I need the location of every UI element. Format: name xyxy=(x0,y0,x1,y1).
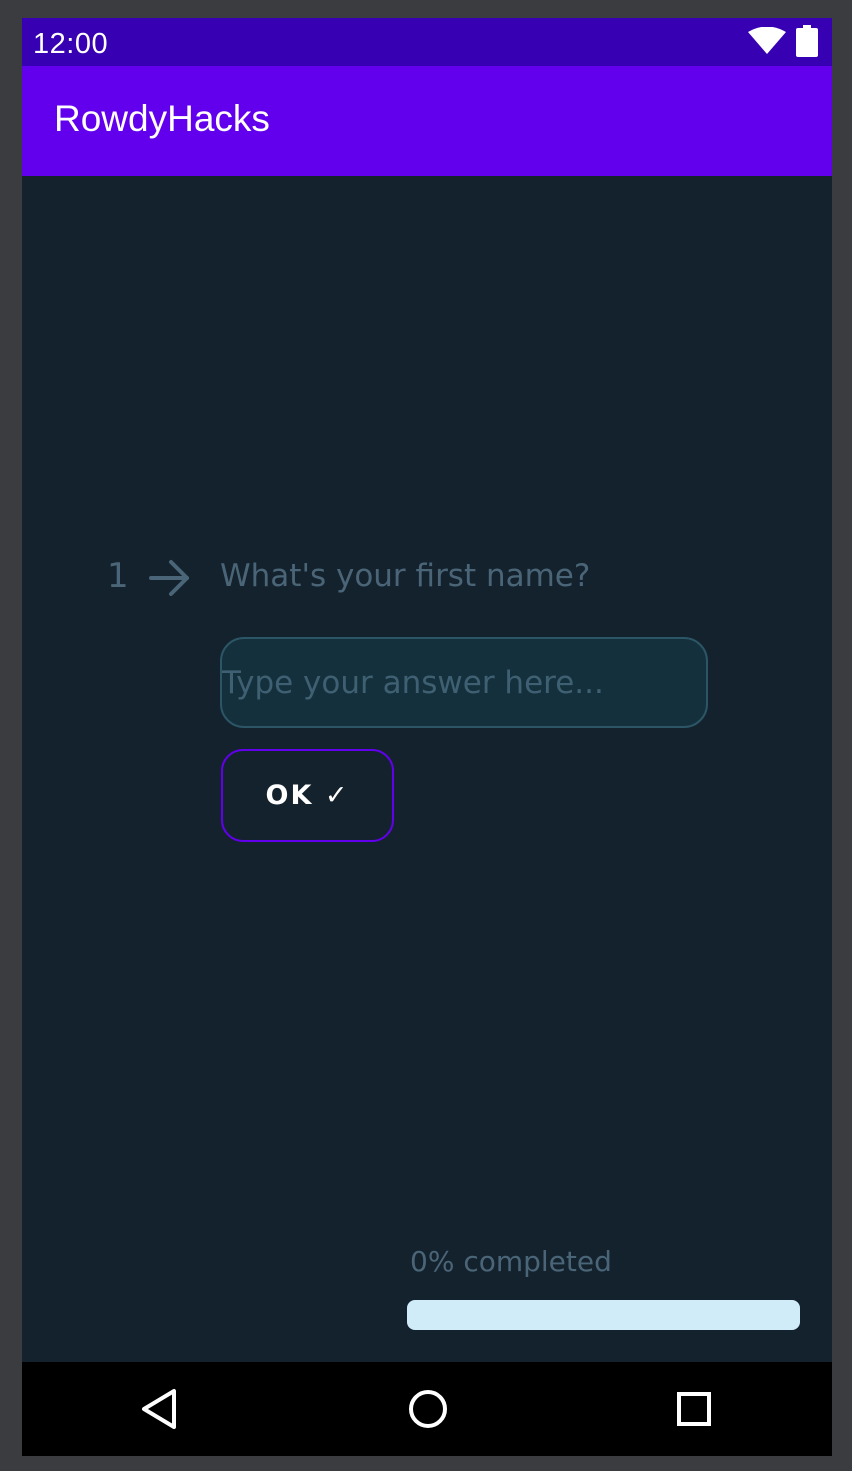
battery-icon xyxy=(796,25,818,61)
question-number: 1 xyxy=(107,556,129,596)
progress-bar xyxy=(407,1300,800,1330)
arrow-right-icon xyxy=(147,556,193,600)
progress-label: 0% completed xyxy=(410,1245,612,1278)
home-circle-icon[interactable] xyxy=(403,1384,453,1434)
navigation-bar xyxy=(22,1362,832,1456)
status-bar: 12:00 xyxy=(22,18,832,66)
status-icons xyxy=(748,25,818,61)
recents-square-icon[interactable] xyxy=(669,1384,719,1434)
ok-button-label: OK ✓ xyxy=(265,780,350,811)
app-bar: RowdyHacks xyxy=(22,66,832,176)
status-time: 12:00 xyxy=(33,28,109,60)
app-title: RowdyHacks xyxy=(54,98,270,139)
wifi-icon xyxy=(748,26,786,59)
answer-field[interactable] xyxy=(220,637,708,728)
ok-button[interactable]: OK ✓ xyxy=(221,749,394,842)
phone-screen: 12:00 RowdyHacks 1 What's your first nam… xyxy=(22,18,832,1456)
back-triangle-icon[interactable] xyxy=(135,1384,185,1434)
answer-input[interactable] xyxy=(222,639,706,726)
question-text: What's your first name? xyxy=(220,558,591,594)
